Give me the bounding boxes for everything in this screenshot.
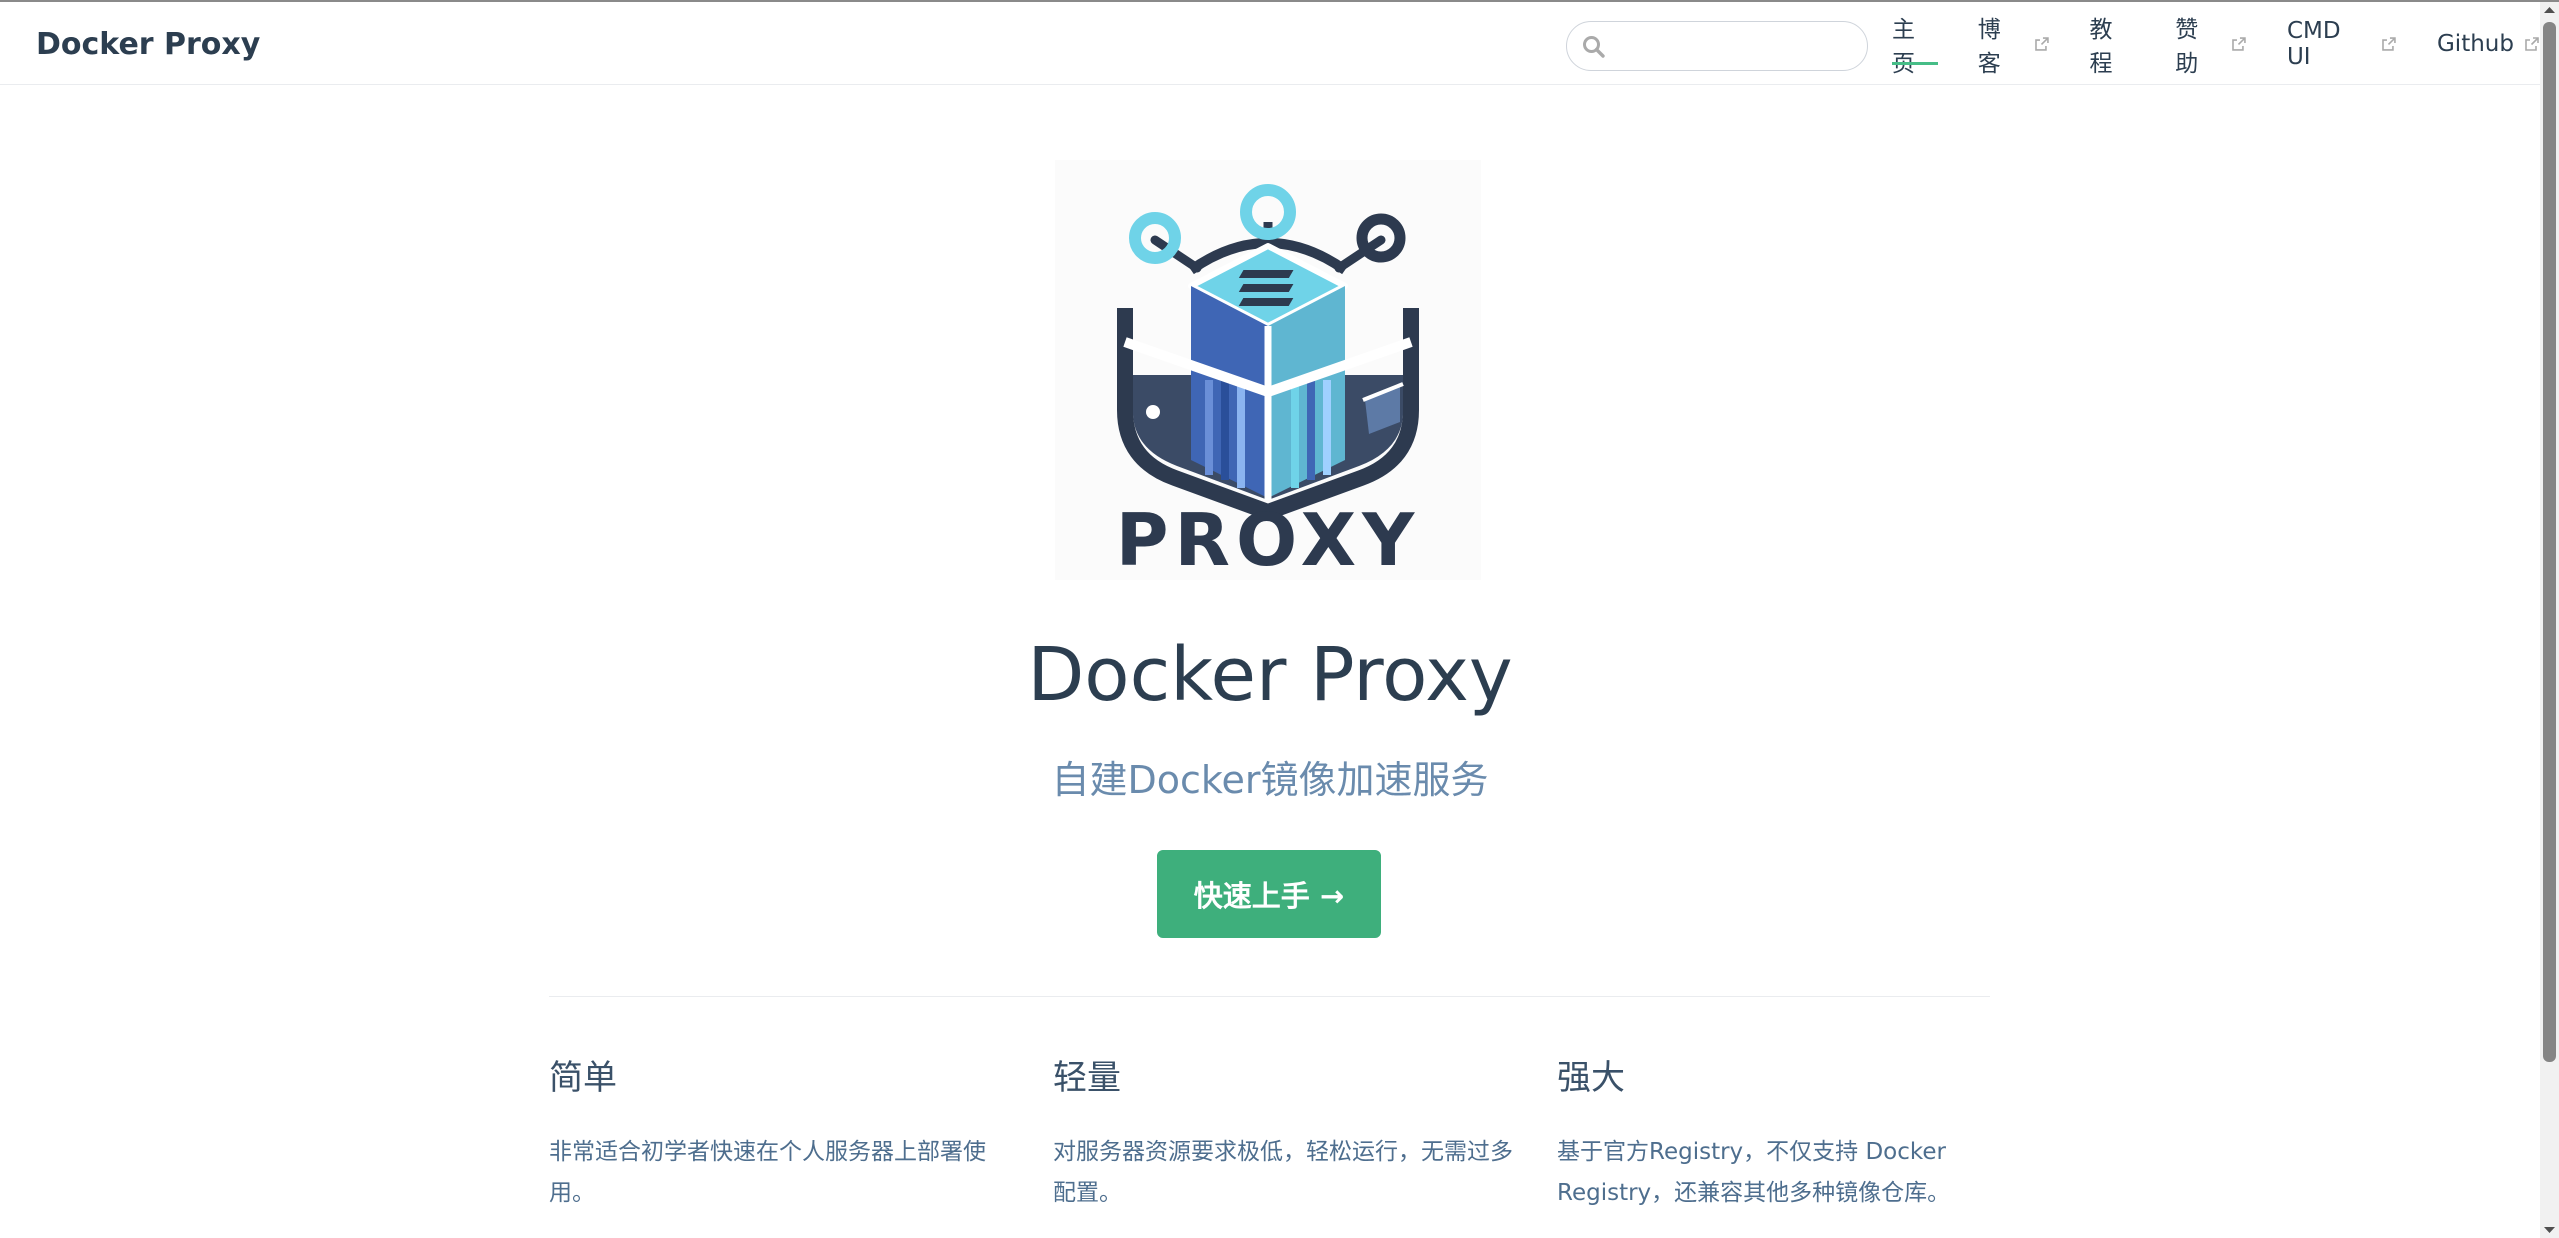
feature-description: 非常适合初学者快速在个人服务器上部署使用。 <box>549 1139 986 1206</box>
feature-description: 对服务器资源要求极低，轻松运行，无需过多配置。 <box>1053 1139 1513 1206</box>
scroll-up-arrow-icon[interactable] <box>2540 2 2559 19</box>
nav-item-blog[interactable]: 博客 <box>1978 2 2050 85</box>
features-divider <box>549 996 1990 997</box>
feature-powerful: 强大 基于官方Registry，不仅支持 Docker Registry，还兼容… <box>1557 1050 2017 1214</box>
feature-simple: 简单 非常适合初学者快速在个人服务器上部署使用。 <box>549 1050 1009 1214</box>
search-icon <box>1583 36 1605 58</box>
navbar: Docker Proxy 主页 博客 教程 赞助 CMD UI Github <box>0 2 2540 85</box>
nav-item-label: CMD UI <box>2286 17 2341 70</box>
page: Docker Proxy 主页 博客 教程 赞助 CMD UI Github P… <box>0 0 2559 1238</box>
feature-title: 强大 <box>1557 1058 1625 1098</box>
nav-item-label: 博客 <box>1977 16 2001 77</box>
scroll-down-arrow-icon[interactable] <box>2540 1221 2559 1238</box>
external-link-icon <box>2525 36 2539 51</box>
nav-item-label: 赞助 <box>2175 16 2199 77</box>
proxy-logo: PROXY <box>1055 160 1481 580</box>
search-box[interactable] <box>1566 21 1868 71</box>
nav-item-sponsor[interactable]: 赞助 <box>2175 2 2247 85</box>
nav-links: 主页 博客 教程 赞助 CMD UI Github <box>1892 2 2540 85</box>
nav-item-label: Github <box>2436 30 2514 57</box>
get-started-button[interactable]: 快速上手 → <box>1157 850 1381 938</box>
hero-subtitle: 自建Docker镜像加速服务 <box>1051 758 1489 802</box>
logo-text: PROXY <box>1116 498 1421 580</box>
scrollbar-thumb[interactable] <box>2543 22 2556 1062</box>
nav-item-cmd-ui[interactable]: CMD UI <box>2287 2 2397 85</box>
external-link-icon <box>2382 36 2396 51</box>
feature-lightweight: 轻量 对服务器资源要求极低，轻松运行，无需过多配置。 <box>1053 1050 1513 1214</box>
feature-title: 轻量 <box>1053 1058 1121 1098</box>
hero-title: Docker Proxy <box>1027 632 1513 718</box>
external-link-icon <box>2034 36 2049 51</box>
nav-item-label: 主页 <box>1892 16 1915 77</box>
nav-item-home[interactable]: 主页 <box>1892 2 1938 85</box>
external-link-icon <box>2232 36 2246 51</box>
feature-title: 简单 <box>549 1058 617 1098</box>
nav-item-label: 教程 <box>2089 16 2113 77</box>
nav-item-github[interactable]: Github <box>2437 2 2540 85</box>
feature-description: 基于官方Registry，不仅支持 Docker Registry，还兼容其他多… <box>1557 1139 1951 1206</box>
site-name-link[interactable]: Docker Proxy <box>36 27 260 62</box>
nav-item-tutorial[interactable]: 教程 <box>2089 2 2135 85</box>
search-input[interactable] <box>1615 28 1857 66</box>
page-scrollbar[interactable] <box>2540 2 2559 1238</box>
